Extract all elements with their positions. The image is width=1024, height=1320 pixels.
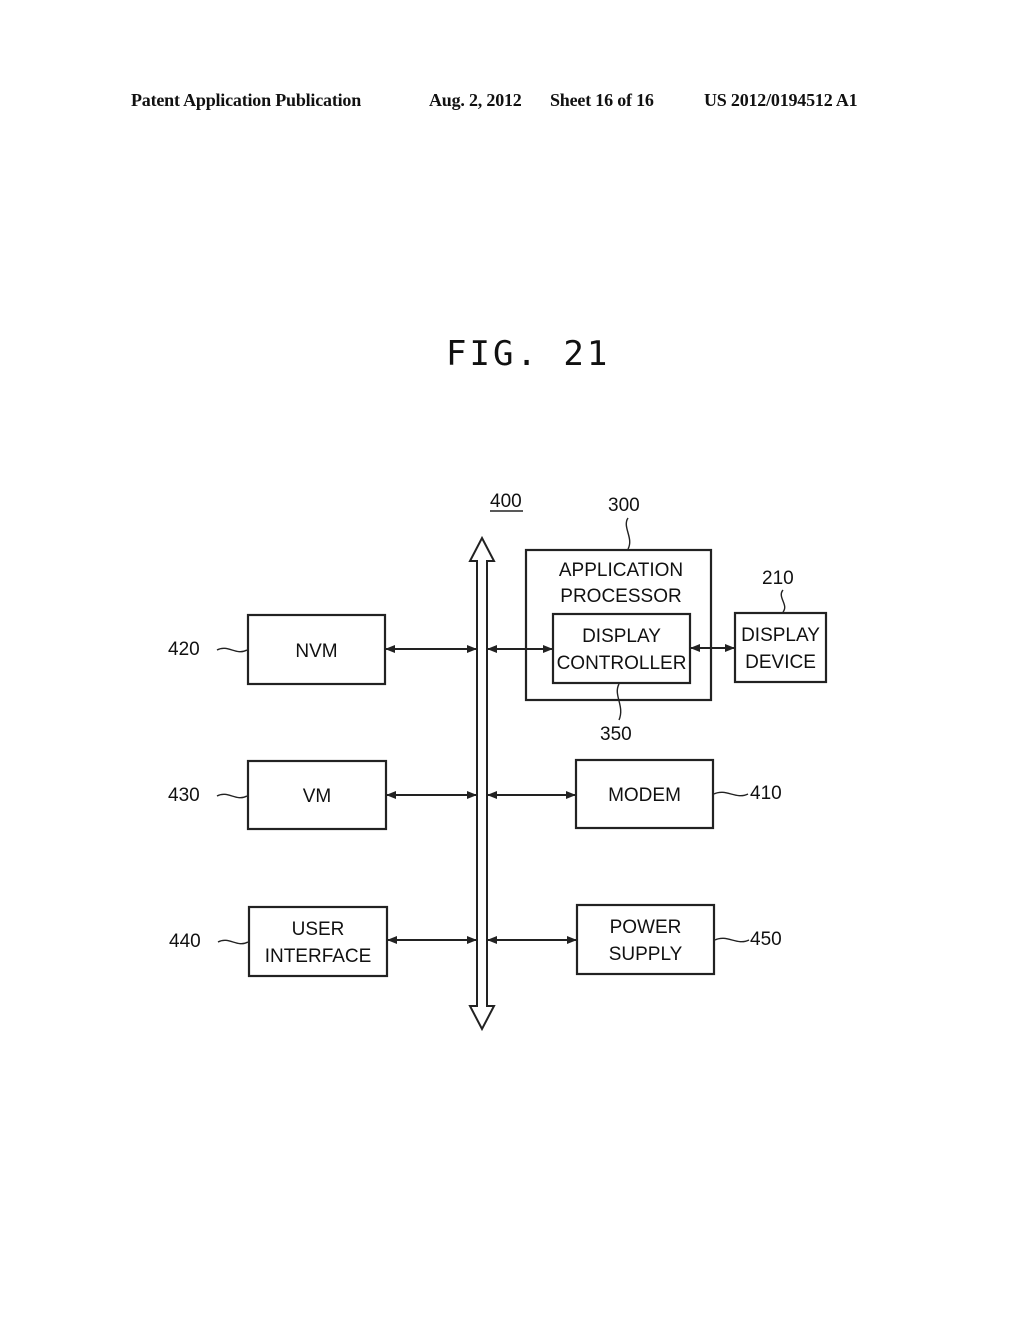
application-processor-label-1: APPLICATION [559, 560, 683, 581]
ref-410: 410 [750, 783, 782, 804]
ref-210-leader [780, 589, 786, 613]
ref-420: 420 [168, 639, 200, 660]
display-controller-label-1: DISPLAY [582, 626, 661, 647]
ref-430-leader [216, 793, 248, 799]
ref-430: 430 [168, 785, 200, 806]
system-bus-arrow [468, 535, 496, 1032]
display-device-block: DISPLAY DEVICE [733, 611, 828, 684]
ref-440-leader [217, 939, 249, 945]
display-device-label-1: DISPLAY [741, 625, 820, 646]
ref-300: 300 [608, 495, 640, 516]
vm-label: VM [303, 786, 332, 807]
display-controller-block: DISPLAY CONTROLLER [551, 612, 692, 685]
system-ref-400: 400 [490, 491, 522, 512]
ref-450: 450 [750, 929, 782, 950]
modem-block: MODEM [574, 758, 715, 830]
ref-450-leader [714, 937, 750, 943]
ref-420-leader [216, 647, 248, 653]
display-device-label-2: DEVICE [745, 652, 816, 673]
user-interface-label-1: USER [292, 919, 345, 940]
user-interface-label-2: INTERFACE [265, 946, 372, 967]
ref-440: 440 [169, 931, 201, 952]
ref-210: 210 [762, 568, 794, 589]
ref-350: 350 [600, 724, 632, 745]
ref-300-leader [625, 517, 631, 550]
user-interface-block: USER INTERFACE [247, 905, 389, 978]
nvm-label: NVM [295, 641, 337, 662]
power-supply-label-1: POWER [610, 917, 682, 938]
nvm-block: NVM [246, 613, 387, 686]
block-diagram: 400 NVM 420 VM 430 USER INTERFACE 440 AP… [168, 491, 828, 1032]
modem-label: MODEM [608, 785, 681, 806]
display-controller-label-2: CONTROLLER [557, 653, 687, 674]
application-processor-label-2: PROCESSOR [560, 586, 681, 607]
power-supply-block: POWER SUPPLY [575, 903, 716, 976]
ref-410-leader [713, 791, 749, 797]
vm-block: VM [246, 759, 388, 831]
power-supply-label-2: SUPPLY [609, 944, 683, 965]
